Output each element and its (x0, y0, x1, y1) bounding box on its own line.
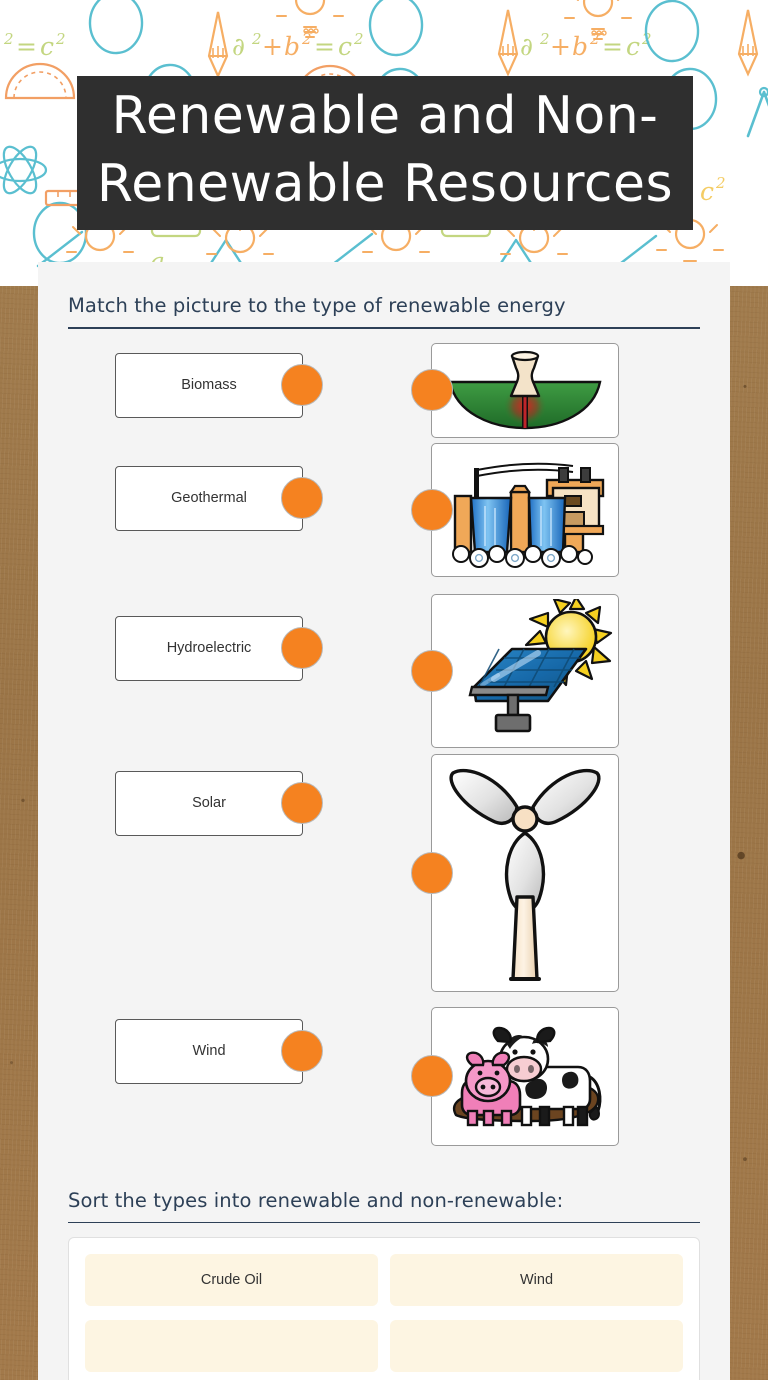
label-column: Hydroelectric (68, 594, 350, 681)
svg-text:b: b (284, 32, 300, 61)
connector-dot-icon[interactable] (411, 649, 453, 692)
sort-tile[interactable] (85, 1320, 378, 1372)
svg-text:c: c (700, 177, 714, 206)
image-column (350, 593, 700, 748)
connector-dot-icon[interactable] (281, 782, 323, 824)
match-label-text: Wind (192, 1043, 226, 1059)
sort-tile[interactable]: Crude Oil (85, 1254, 378, 1306)
label-column: Biomass (68, 343, 350, 418)
match-label-text: Geothermal (171, 490, 247, 506)
match-image-card-hydroelectric[interactable] (411, 442, 619, 577)
svg-text:c: c (626, 32, 640, 61)
svg-text:2: 2 (251, 30, 262, 48)
connector-dot-icon[interactable] (411, 1055, 453, 1097)
sort-section-divider (68, 1221, 700, 1223)
connector-dot-icon[interactable] (281, 477, 323, 519)
match-label-text: Hydroelectric (166, 640, 252, 656)
match-image-card-biomass[interactable] (411, 1006, 619, 1146)
svg-text:+: + (550, 32, 571, 61)
match-label-card-biomass[interactable]: Biomass (115, 352, 323, 418)
cow-and-pig-in-mud-icon (452, 1026, 602, 1127)
match-section-divider (68, 327, 700, 329)
match-row: Solar (68, 753, 700, 1007)
connector-dot-icon[interactable] (281, 1030, 323, 1072)
image-column (350, 1006, 700, 1146)
match-label-card-solar[interactable]: Solar (115, 770, 323, 836)
svg-text:b: b (572, 32, 588, 61)
match-image-card-geothermal[interactable] (411, 342, 619, 438)
match-image-card-wind[interactable] (411, 753, 619, 992)
match-image-card-solar[interactable] (411, 593, 619, 748)
worksheet-title-plate: Renewable and Non- Renewable Resources (77, 76, 693, 230)
svg-text:∂: ∂ (232, 32, 245, 61)
sort-tile-label: Crude Oil (200, 1272, 263, 1288)
svg-text:∂: ∂ (520, 32, 533, 61)
label-column: Solar (68, 754, 350, 836)
image-column (350, 342, 700, 438)
sort-tile-label: Wind (519, 1272, 554, 1288)
hydroelectric-dam-icon (452, 462, 605, 568)
match-label-text: Solar (192, 795, 226, 811)
match-row: Geothermal (68, 442, 700, 594)
worksheet-panel: Match the picture to the type of renewab… (38, 262, 730, 1380)
sort-tile[interactable]: Wind (390, 1254, 683, 1306)
svg-text:=: = (16, 32, 37, 61)
wind-turbine-icon (449, 768, 601, 981)
match-label-card-wind[interactable]: Wind (115, 1018, 323, 1084)
svg-text:2: 2 (55, 30, 66, 48)
svg-text:c: c (40, 32, 54, 61)
page-title-line-1: Renewable and Non- (111, 86, 659, 146)
connector-dot-icon[interactable] (281, 364, 323, 406)
image-column (350, 442, 700, 577)
sort-tile[interactable] (390, 1320, 683, 1372)
match-label-card-hydroelectric[interactable]: Hydroelectric (115, 615, 323, 681)
connector-dot-icon[interactable] (411, 851, 453, 894)
svg-text:=: = (314, 32, 335, 61)
match-label-text: Biomass (181, 377, 237, 393)
connector-dot-icon[interactable] (281, 627, 323, 669)
header-banner: b2 =c2 ∂2 +b2 =c2 ∂2 +b2 =c2 c2 ∂ a (0, 0, 768, 286)
match-label-card-geothermal[interactable]: Geothermal (115, 465, 323, 531)
page-title-line-2: Renewable Resources (96, 154, 674, 214)
svg-text:+: + (262, 32, 283, 61)
match-section-heading: Match the picture to the type of renewab… (68, 294, 566, 317)
match-row: Wind (68, 1006, 700, 1163)
solar-panel-with-sun-icon (468, 598, 613, 732)
svg-text:2: 2 (353, 30, 364, 48)
sort-section-heading: Sort the types into renewable and non-re… (68, 1188, 564, 1212)
label-column: Geothermal (68, 443, 350, 531)
svg-text:c: c (338, 32, 352, 61)
match-activity-area: Biomass Geothermal Hydroelectric Solar W… (68, 342, 700, 1163)
label-column: Wind (68, 1007, 350, 1084)
connector-dot-icon[interactable] (411, 488, 453, 531)
svg-text:=: = (602, 32, 623, 61)
svg-text:2: 2 (3, 30, 14, 48)
match-row: Biomass (68, 342, 700, 443)
sort-activity-container: Crude Oil Wind (68, 1237, 700, 1380)
connector-dot-icon[interactable] (411, 369, 453, 411)
svg-text:2: 2 (715, 174, 726, 192)
svg-text:2: 2 (539, 30, 550, 48)
image-column (350, 753, 700, 992)
geothermal-power-plant-icon (448, 350, 602, 430)
match-row: Hydroelectric (68, 593, 700, 754)
